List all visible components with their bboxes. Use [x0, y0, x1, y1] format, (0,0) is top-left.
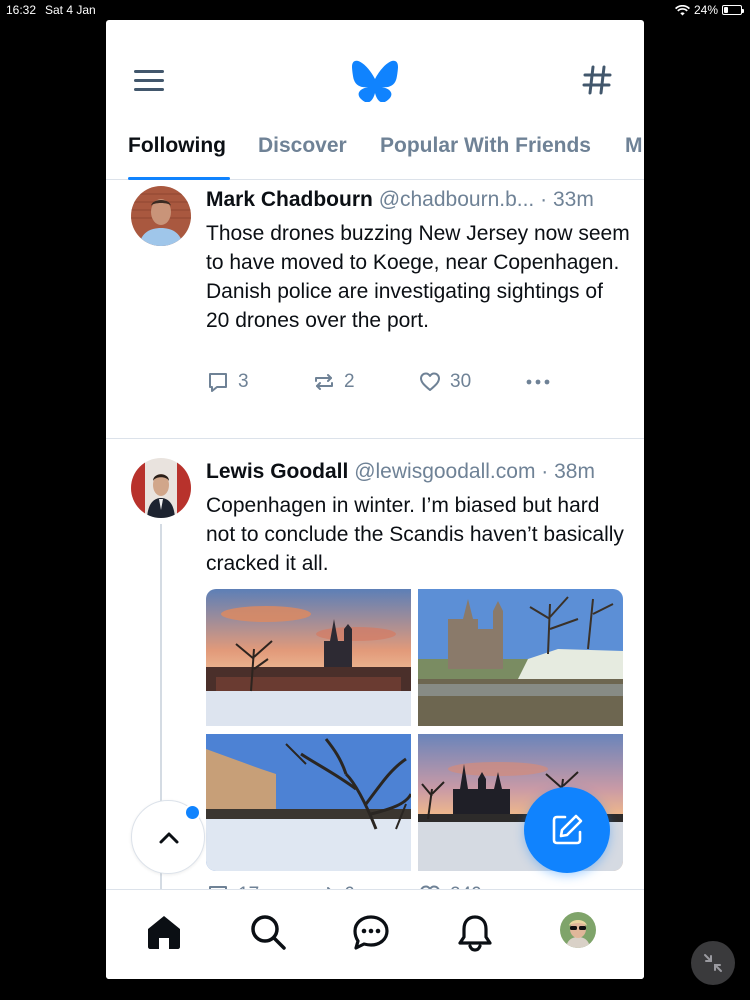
- post-header: Lewis Goodall @lewisgoodall.com · 38m: [206, 460, 595, 484]
- post-time[interactable]: 38m: [554, 460, 595, 483]
- bluesky-butterfly-logo[interactable]: [352, 60, 398, 102]
- hamburger-menu-icon[interactable]: [134, 70, 164, 92]
- reply-button[interactable]: 3: [206, 370, 249, 394]
- heart-icon: [420, 372, 440, 391]
- post-actions: 3 2 30: [206, 370, 626, 400]
- tab-discover[interactable]: Discover: [258, 134, 347, 158]
- tab-popular-with-friends[interactable]: Popular With Friends: [380, 134, 591, 158]
- post-text: Copenhagen in winter. I’m biased but har…: [206, 494, 624, 575]
- author-name[interactable]: Mark Chadbourn: [206, 188, 373, 211]
- status-date: Sat 4 Jan: [45, 3, 96, 17]
- search-icon[interactable]: [248, 912, 288, 952]
- collapse-arrows-icon: [704, 954, 722, 972]
- reply-icon: [209, 373, 227, 392]
- battery-icon: [722, 5, 744, 15]
- chevron-up-icon: [159, 832, 179, 844]
- bluesky-app: Following Discover Popular With Friends …: [106, 20, 644, 979]
- more-options-button[interactable]: [524, 370, 552, 394]
- repost-count: 2: [344, 371, 355, 392]
- post-time[interactable]: 33m: [553, 188, 594, 211]
- author-handle[interactable]: @chadbourn.b...: [379, 188, 535, 211]
- like-count: 30: [450, 371, 472, 392]
- compose-post-button[interactable]: [524, 787, 610, 873]
- top-bar: [106, 20, 644, 140]
- status-right: 24%: [674, 3, 744, 17]
- exit-fullscreen-button[interactable]: [691, 941, 735, 985]
- wifi-icon: [674, 4, 690, 15]
- post-header: Mark Chadbourn @chadbourn.b... · 33m: [206, 188, 594, 212]
- profile-avatar[interactable]: [560, 912, 596, 948]
- feed-tabs: Following Discover Popular With Friends …: [106, 128, 644, 180]
- bell-icon[interactable]: [455, 912, 495, 952]
- new-posts-indicator: [184, 804, 201, 821]
- status-bar: 16:32 Sat 4 Jan 24%: [0, 0, 750, 20]
- status-time: 16:32: [6, 3, 37, 17]
- post-image-snowy-park-tree[interactable]: [206, 734, 411, 871]
- post-text: Those drones buzzing New Jersey now seem…: [206, 222, 630, 332]
- compose-pencil-icon: [552, 814, 583, 845]
- hashtag-icon[interactable]: [582, 64, 612, 96]
- bottom-nav: [106, 889, 644, 979]
- tab-more[interactable]: M: [625, 134, 643, 158]
- post-image-castle-moat[interactable]: [418, 589, 623, 726]
- separator: ·: [541, 460, 549, 483]
- chat-icon[interactable]: [351, 912, 391, 952]
- reply-count: 3: [238, 371, 249, 392]
- post-image-castle-sunset-garden[interactable]: [206, 589, 411, 726]
- more-dots-icon: [526, 379, 550, 385]
- repost-button[interactable]: 2: [312, 370, 355, 394]
- avatar[interactable]: [131, 458, 191, 518]
- avatar[interactable]: [131, 186, 191, 246]
- home-icon[interactable]: [144, 912, 184, 952]
- battery-percent: 24%: [693, 3, 718, 17]
- feed-post[interactable]: Mark Chadbourn @chadbourn.b... · 33m Tho…: [106, 180, 644, 439]
- tab-following[interactable]: Following: [128, 134, 226, 158]
- author-handle[interactable]: @lewisgoodall.com: [354, 460, 535, 483]
- repost-icon: [315, 374, 333, 390]
- author-name[interactable]: Lewis Goodall: [206, 460, 348, 483]
- like-button[interactable]: 30: [418, 370, 471, 394]
- separator: ·: [540, 188, 548, 211]
